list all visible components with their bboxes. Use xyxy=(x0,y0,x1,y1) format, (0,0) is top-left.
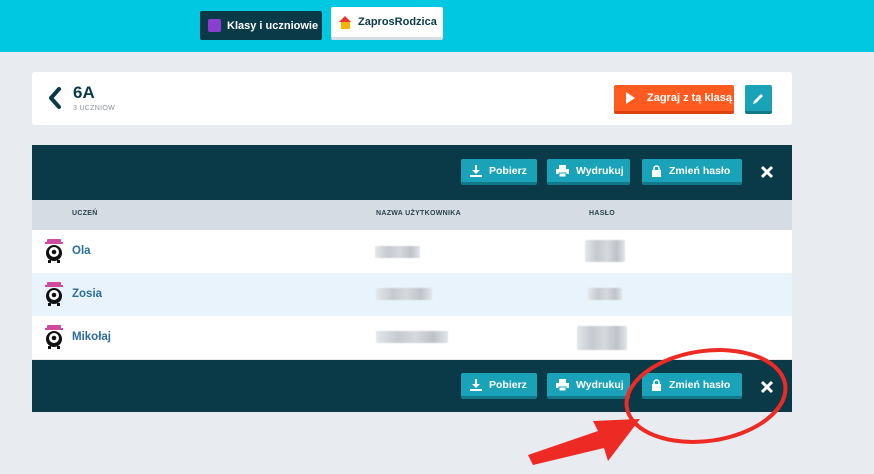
back-chevron-icon[interactable] xyxy=(48,87,62,109)
close-icon[interactable] xyxy=(759,164,775,180)
table-row: Mikołaj xyxy=(32,316,792,359)
tab-invite-parent[interactable]: ZaprosRodzica xyxy=(331,7,443,40)
student-name[interactable]: Mikołaj xyxy=(72,331,111,343)
student-avatar xyxy=(45,239,63,263)
redacted-password xyxy=(588,288,622,300)
tab-parents-label: ZaprosRodzica xyxy=(358,16,437,28)
change-password-label: Zmień hasło xyxy=(669,378,731,391)
class-header-card: 6A 3 UCZNIOW Zagraj z tą klasą xyxy=(32,72,792,125)
redacted-password xyxy=(577,326,627,350)
student-name[interactable]: Ola xyxy=(72,245,91,257)
download-button-top[interactable]: Pobierz xyxy=(461,159,537,185)
student-count: 3 UCZNIOW xyxy=(73,105,115,112)
change-password-button-bottom[interactable]: Zmień hasło xyxy=(642,373,742,399)
redacted-password xyxy=(585,240,625,262)
play-with-class-button[interactable]: Zagraj z tą klasą xyxy=(614,85,734,114)
table-row: Ola xyxy=(32,230,792,273)
table-toolbar-top: Pobierz Wydrukuj Zmień hasło xyxy=(32,145,792,200)
print-button-top[interactable]: Wydrukuj xyxy=(547,159,630,185)
table-toolbar-bottom: Pobierz Wydrukuj Zmień hasło xyxy=(32,360,792,412)
close-icon[interactable] xyxy=(759,379,775,395)
change-password-label: Zmień hasło xyxy=(669,164,731,177)
home-icon xyxy=(339,15,352,29)
change-password-button-top[interactable]: Zmień hasło xyxy=(642,159,742,185)
classes-icon xyxy=(208,19,221,32)
download-icon xyxy=(470,378,482,391)
top-navigation-bar: Klasy i uczniowie ZaprosRodzica xyxy=(0,0,874,52)
redacted-username xyxy=(376,288,432,300)
download-label: Pobierz xyxy=(489,378,527,391)
tab-classes-label: Klasy i uczniowie xyxy=(227,19,319,32)
column-header-username: NAZWA UŻYTKOWNIKA xyxy=(376,210,461,217)
student-name[interactable]: Zosia xyxy=(72,288,102,300)
print-button-bottom[interactable]: Wydrukuj xyxy=(547,373,630,399)
student-avatar xyxy=(45,282,63,306)
redacted-username xyxy=(376,331,448,343)
class-name: 6A xyxy=(73,83,95,102)
student-avatar xyxy=(45,325,63,349)
print-label: Wydrukuj xyxy=(576,378,624,391)
download-label: Pobierz xyxy=(489,164,527,177)
pointer-arrow xyxy=(528,419,640,465)
play-button-label: Zagraj z tą klasą xyxy=(647,92,732,104)
redacted-username xyxy=(375,246,420,258)
play-icon xyxy=(626,92,635,104)
tab-classes-and-students[interactable]: Klasy i uczniowie xyxy=(200,11,322,40)
printer-icon xyxy=(556,378,569,391)
table-header: UCZEŃ NAZWA UŻYTKOWNIKA HASŁO xyxy=(32,200,792,230)
edit-class-button[interactable] xyxy=(745,85,772,114)
table-row: Zosia xyxy=(32,273,792,316)
printer-icon xyxy=(556,164,569,177)
column-header-student: UCZEŃ xyxy=(72,210,98,217)
column-header-password: HASŁO xyxy=(589,210,615,217)
pencil-icon xyxy=(753,93,763,104)
print-label: Wydrukuj xyxy=(576,164,624,177)
lock-icon xyxy=(652,164,661,177)
lock-icon xyxy=(652,378,661,391)
download-icon xyxy=(470,164,482,177)
download-button-bottom[interactable]: Pobierz xyxy=(461,373,537,399)
